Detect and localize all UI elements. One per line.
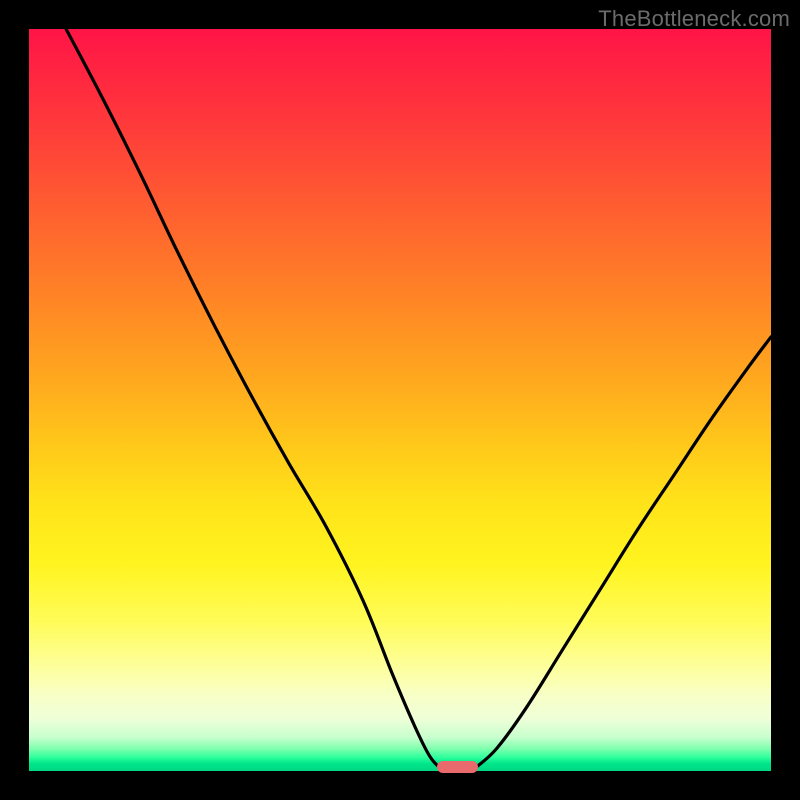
watermark-text: TheBottleneck.com [598, 6, 790, 32]
optimal-range-marker [437, 761, 478, 773]
chart-frame: TheBottleneck.com [0, 0, 800, 800]
curve-right-branch [474, 337, 771, 769]
bottleneck-curve [29, 29, 771, 771]
plot-area [29, 29, 771, 771]
curve-left-branch [66, 29, 441, 769]
